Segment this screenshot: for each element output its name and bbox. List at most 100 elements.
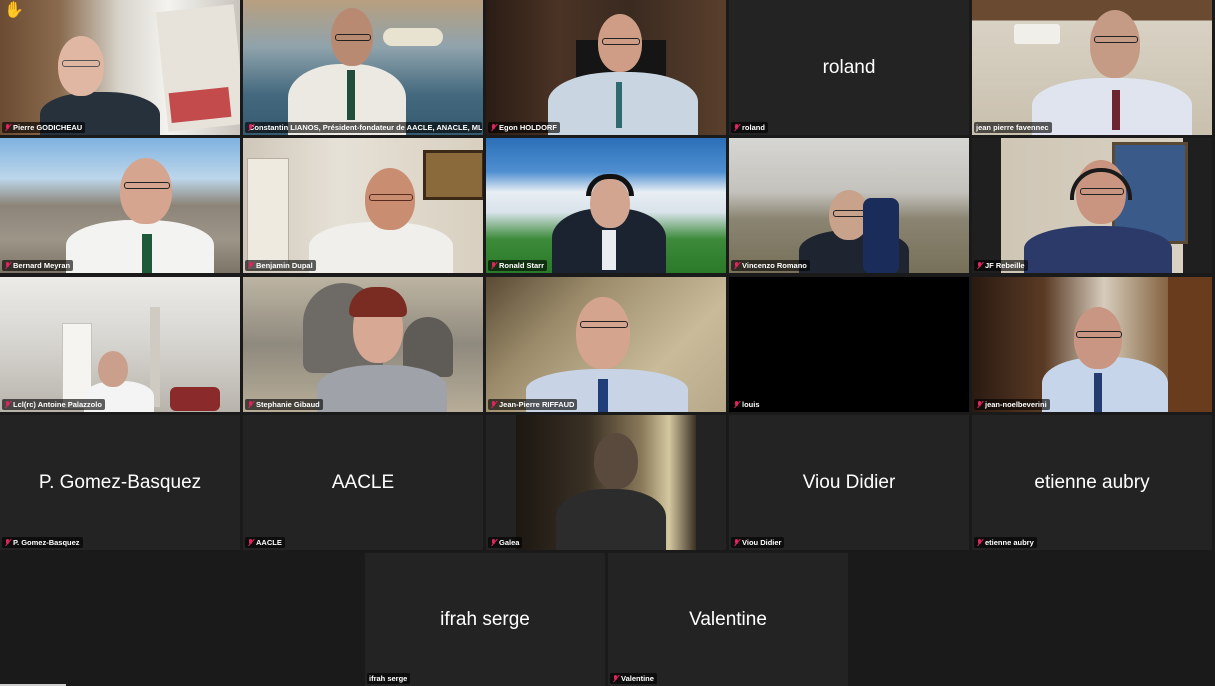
video-tile-p-gomez-basquez[interactable]: P. Gomez-Basquez P. Gomez-Basquez	[0, 415, 240, 550]
participant-display-name: Valentine	[689, 608, 767, 630]
mic-muted-icon	[247, 261, 254, 270]
participant-name: ifrah serge	[369, 674, 408, 683]
participant-nametag: Galea	[488, 537, 523, 548]
video-tile-constantin-lianos[interactable]: Constantin LIANOS, Président-fondateur d…	[243, 0, 483, 135]
participant-name: Vincenzo Romano	[742, 261, 807, 270]
participant-name: Bernard Meyran	[13, 261, 71, 270]
video-tile-stephanie-gibaud[interactable]: Stephanie Gibaud	[243, 277, 483, 412]
participant-video	[972, 138, 1212, 273]
mic-muted-icon	[733, 400, 740, 409]
participant-video	[486, 138, 726, 273]
mic-muted-icon	[4, 123, 11, 132]
participant-video	[243, 0, 483, 135]
participant-name: Egon HOLDORF	[499, 123, 557, 132]
video-tile-jean-noelbeverini[interactable]: jean-noelbeverini	[972, 277, 1212, 412]
participant-name: jean-noelbeverini	[985, 400, 1047, 409]
participant-nametag: jean-noelbeverini	[974, 399, 1050, 410]
video-tile-benjamin-dupal[interactable]: Benjamin Dupal	[243, 138, 483, 273]
participant-nametag: P. Gomez-Basquez	[2, 537, 83, 548]
participant-name: louis	[742, 400, 760, 409]
participant-video	[516, 415, 696, 550]
raised-hand-icon: ✋	[4, 2, 24, 19]
participant-video	[972, 277, 1212, 412]
participant-nametag: Lcl(rc) Antoine Palazzolo	[2, 399, 105, 410]
mic-muted-icon	[490, 261, 497, 270]
video-tile-jean-pierre-favennec[interactable]: jean pierre favennec	[972, 0, 1212, 135]
participant-nametag: Egon HOLDORF	[488, 122, 560, 133]
participant-display-name: etienne aubry	[1034, 471, 1150, 493]
participant-name: Stephanie Gibaud	[256, 400, 320, 409]
participant-nametag: JF Rebeille	[974, 260, 1028, 271]
participant-nametag: Viou Didier	[731, 537, 785, 548]
mic-muted-icon	[247, 400, 254, 409]
mic-muted-icon	[733, 123, 740, 132]
participant-video	[486, 277, 726, 412]
video-tile-roland[interactable]: roland roland	[729, 0, 969, 135]
video-tile-egon-holdorf[interactable]: Egon HOLDORF	[486, 0, 726, 135]
video-tile-jf-rebeille[interactable]: JF Rebeille	[972, 138, 1212, 273]
participant-display-name: AACLE	[331, 471, 395, 493]
mic-muted-icon	[612, 674, 619, 683]
mic-muted-icon	[247, 538, 254, 547]
participant-name: Lcl(rc) Antoine Palazzolo	[13, 400, 102, 409]
participant-name: Viou Didier	[742, 538, 782, 547]
video-tile-galea[interactable]: Galea	[486, 415, 726, 550]
participant-name: P. Gomez-Basquez	[13, 538, 80, 547]
video-tile-bernard-meyran[interactable]: Bernard Meyran	[0, 138, 240, 273]
participant-nametag: Ronald Starr	[488, 260, 548, 271]
participant-nametag: Valentine	[610, 673, 657, 684]
mic-muted-icon	[4, 400, 11, 409]
participant-nametag: Vincenzo Romano	[731, 260, 810, 271]
participant-nametag: Constantin LIANOS, Président-fondateur d…	[245, 122, 482, 133]
mic-muted-icon	[733, 538, 740, 547]
mic-muted-icon	[490, 538, 497, 547]
participant-name: Constantin LIANOS, Président-fondateur d…	[249, 123, 482, 132]
participant-nametag: Bernard Meyran	[2, 260, 74, 271]
participant-nametag: jean pierre favennec	[974, 122, 1052, 133]
participant-nametag: louis	[731, 399, 763, 410]
participant-name: JF Rebeille	[985, 261, 1025, 270]
participant-video	[729, 138, 969, 273]
video-tile-etienne-aubry[interactable]: etienne aubry etienne aubry	[972, 415, 1212, 550]
participant-video	[243, 138, 483, 273]
video-tile-ifrah-serge[interactable]: ifrah serge ifrah serge	[365, 553, 605, 686]
participant-nametag: Jean-Pierre RIFFAUD	[488, 399, 578, 410]
participant-nametag: AACLE	[245, 537, 285, 548]
participant-name: AACLE	[256, 538, 282, 547]
mic-muted-icon	[976, 261, 983, 270]
participant-name: Galea	[499, 538, 520, 547]
participant-nametag: Pierre GODICHEAU	[2, 122, 86, 133]
participant-video	[972, 0, 1212, 135]
participant-nametag: etienne aubry	[974, 537, 1037, 548]
participant-name: etienne aubry	[985, 538, 1034, 547]
video-tile-jean-pierre-riffaud[interactable]: Jean-Pierre RIFFAUD	[486, 277, 726, 412]
mic-muted-icon	[733, 261, 740, 270]
participant-name: jean pierre favennec	[976, 123, 1049, 132]
video-tile-aacle[interactable]: AACLE AACLE	[243, 415, 483, 550]
participant-name: Pierre GODICHEAU	[13, 123, 83, 132]
participant-name: Jean-Pierre RIFFAUD	[499, 400, 575, 409]
video-tile-vincenzo-romano[interactable]: Vincenzo Romano	[729, 138, 969, 273]
mic-muted-icon	[976, 400, 983, 409]
video-tile-louis[interactable]: louis	[729, 277, 969, 412]
participant-nametag: ifrah serge	[367, 673, 411, 684]
participant-video	[0, 277, 240, 412]
video-tile-valentine[interactable]: Valentine Valentine	[608, 553, 848, 686]
video-tile-antoine-palazzolo[interactable]: Lcl(rc) Antoine Palazzolo	[0, 277, 240, 412]
participant-name: Valentine	[621, 674, 654, 683]
mic-muted-icon	[490, 123, 497, 132]
mic-muted-icon	[4, 538, 11, 547]
participant-video	[486, 0, 726, 135]
participant-display-name: roland	[822, 56, 876, 78]
participant-nametag: Benjamin Dupal	[245, 260, 316, 271]
participant-nametag: Stephanie Gibaud	[245, 399, 323, 410]
video-tile-viou-didier[interactable]: Viou Didier Viou Didier	[729, 415, 969, 550]
participant-video	[0, 0, 240, 135]
participant-name: Ronald Starr	[499, 261, 545, 270]
participant-name: roland	[742, 123, 765, 132]
mic-muted-icon	[490, 400, 497, 409]
participant-video	[243, 277, 483, 412]
video-tile-ronald-starr[interactable]: Ronald Starr	[486, 138, 726, 273]
participant-display-name: Viou Didier	[802, 471, 896, 493]
video-tile-pierre-godicheau[interactable]: ✋ Pierre GODICHEAU	[0, 0, 240, 135]
